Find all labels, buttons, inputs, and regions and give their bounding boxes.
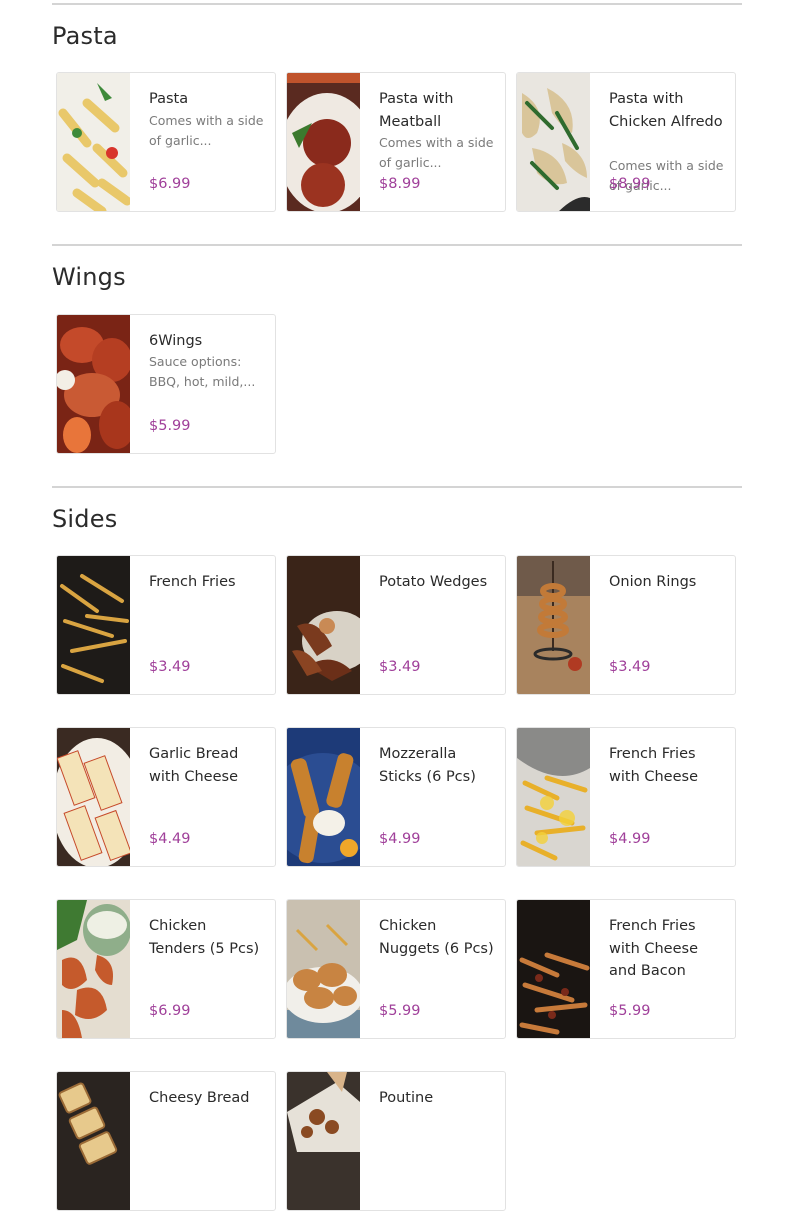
section-divider bbox=[52, 3, 742, 5]
menu-item-photo bbox=[57, 1072, 130, 1210]
menu-item-photo bbox=[287, 728, 360, 866]
menu-item-photo bbox=[287, 556, 360, 694]
menu-item-price: $3.49 bbox=[609, 659, 651, 675]
section-divider bbox=[52, 486, 742, 488]
menu-item-card[interactable]: Poutine bbox=[286, 1071, 506, 1211]
menu-item-photo bbox=[517, 900, 590, 1038]
menu-item-name: Pasta with Chicken Alfredo bbox=[609, 91, 723, 130]
menu-item-price: $6.99 bbox=[149, 1003, 191, 1019]
menu-item-card[interactable]: Cheesy Bread bbox=[56, 1071, 276, 1211]
menu-item-name: Poutine bbox=[379, 1090, 434, 1106]
menu-item-card[interactable]: French Fries with Cheese $4.99 bbox=[516, 727, 736, 867]
menu-item-photo bbox=[287, 1072, 360, 1210]
menu-item-photo bbox=[517, 556, 590, 694]
menu-item-card[interactable]: Pasta Comes with a side of garlic... $6.… bbox=[56, 72, 276, 212]
menu-item-price: $4.99 bbox=[379, 831, 421, 847]
menu-item-card[interactable]: French Fries $3.49 bbox=[56, 555, 276, 695]
menu-item-name: Onion Rings bbox=[609, 574, 697, 590]
menu-item-photo bbox=[287, 73, 360, 211]
menu-item-photo bbox=[57, 73, 130, 211]
menu-item-card[interactable]: Chicken Nuggets (6 Pcs) $5.99 bbox=[286, 899, 506, 1039]
section-title-pasta: Pasta bbox=[52, 22, 118, 50]
menu-page: Pasta Pasta Comes with a side of garlic.… bbox=[0, 0, 794, 1211]
menu-item-name: French Fries with Cheese and Bacon bbox=[609, 918, 699, 979]
menu-item-card[interactable]: Pasta with Chicken Alfredo Comes with a … bbox=[516, 72, 736, 212]
menu-item-card[interactable]: Chicken Tenders (5 Pcs) $6.99 bbox=[56, 899, 276, 1039]
menu-item-price: $5.99 bbox=[379, 1003, 421, 1019]
menu-item-card[interactable]: Pasta with Meatball Comes with a side of… bbox=[286, 72, 506, 212]
menu-item-photo bbox=[57, 728, 130, 866]
section-divider bbox=[52, 244, 742, 246]
menu-item-card[interactable]: Garlic Bread with Cheese $4.49 bbox=[56, 727, 276, 867]
menu-item-name: Garlic Bread with Cheese bbox=[149, 746, 239, 785]
menu-item-photo bbox=[287, 900, 360, 1038]
menu-item-price: $5.99 bbox=[149, 418, 191, 434]
menu-item-price: $3.49 bbox=[379, 659, 421, 675]
menu-item-price: $5.99 bbox=[609, 1003, 651, 1019]
section-title-sides: Sides bbox=[52, 505, 118, 533]
menu-item-photo bbox=[517, 73, 590, 211]
menu-item-description: Sauce options: BBQ, hot, mild,... bbox=[149, 354, 256, 389]
section-title-wings: Wings bbox=[52, 263, 126, 291]
menu-item-card[interactable]: Mozzeralla Sticks (6 Pcs) $4.99 bbox=[286, 727, 506, 867]
menu-item-photo bbox=[57, 556, 130, 694]
menu-item-name: 6Wings bbox=[149, 333, 203, 349]
menu-item-description: Comes with a side of garlic... bbox=[379, 135, 494, 170]
menu-item-description: Comes with a side of garlic... bbox=[149, 113, 264, 148]
menu-item-photo bbox=[57, 900, 130, 1038]
menu-item-name: French Fries with Cheese bbox=[609, 746, 699, 785]
menu-item-price: $6.99 bbox=[149, 176, 191, 192]
menu-item-price: $8.99 bbox=[609, 176, 651, 192]
menu-item-price: $4.99 bbox=[609, 831, 651, 847]
menu-item-name: French Fries bbox=[149, 574, 236, 590]
menu-item-name: Pasta bbox=[149, 91, 189, 107]
menu-item-card[interactable]: 6Wings Sauce options: BBQ, hot, mild,...… bbox=[56, 314, 276, 454]
menu-item-photo bbox=[517, 728, 590, 866]
menu-item-name: Chicken Nuggets (6 Pcs) bbox=[379, 918, 494, 957]
menu-item-photo bbox=[57, 315, 130, 453]
menu-item-name: Potato Wedges bbox=[379, 574, 488, 590]
menu-item-name: Chicken Tenders (5 Pcs) bbox=[149, 918, 260, 957]
menu-item-card[interactable]: Onion Rings $3.49 bbox=[516, 555, 736, 695]
menu-item-name: Mozzeralla Sticks (6 Pcs) bbox=[379, 746, 476, 785]
menu-item-price: $3.49 bbox=[149, 659, 191, 675]
menu-item-price: $4.49 bbox=[149, 831, 191, 847]
menu-item-card[interactable]: Potato Wedges $3.49 bbox=[286, 555, 506, 695]
menu-item-name: Pasta with Meatball bbox=[379, 91, 454, 130]
menu-item-name: Cheesy Bread bbox=[149, 1090, 250, 1106]
menu-item-price: $8.99 bbox=[379, 176, 421, 192]
menu-item-card[interactable]: French Fries with Cheese and Bacon $5.99 bbox=[516, 899, 736, 1039]
